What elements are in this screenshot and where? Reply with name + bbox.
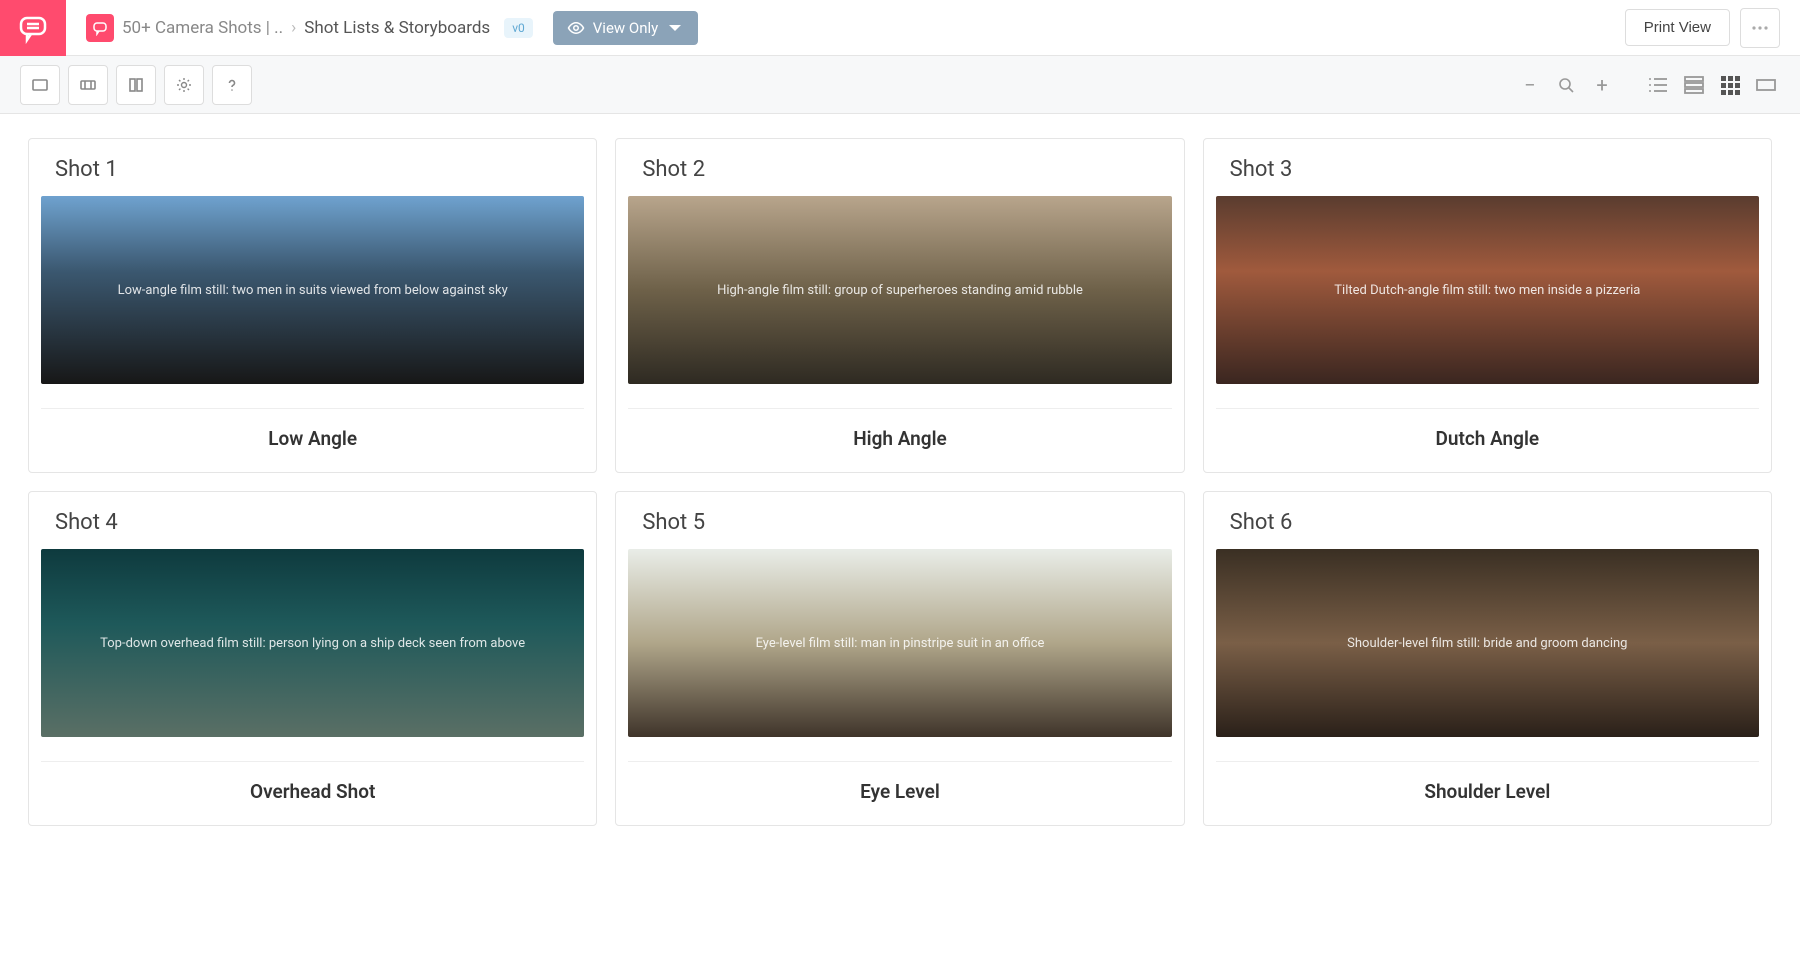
shot-thumbnail[interactable]: Eye-level film still: man in pinstripe s… xyxy=(628,549,1171,737)
dots-icon xyxy=(1751,25,1769,31)
print-view-button[interactable]: Print View xyxy=(1625,9,1730,46)
filmstrip-icon xyxy=(79,76,97,94)
more-menu-button[interactable] xyxy=(1740,8,1780,48)
zoom-controls: − + xyxy=(1518,73,1614,97)
settings-tool-button[interactable] xyxy=(164,65,204,105)
shots-grid: Shot 1 Low-angle film still: two men in … xyxy=(28,138,1772,826)
shot-title: Shot 6 xyxy=(1204,492,1771,549)
breadcrumb: 50+ Camera Shots | .. › Shot Lists & Sto… xyxy=(66,11,698,45)
screen-tool-button[interactable] xyxy=(20,65,60,105)
shot-thumbnail[interactable]: High-angle film still: group of superher… xyxy=(628,196,1171,384)
shot-title: Shot 1 xyxy=(29,139,596,196)
split-tool-button[interactable] xyxy=(116,65,156,105)
shot-caption: Shoulder Level xyxy=(1204,762,1771,825)
shot-card[interactable]: Shot 2 High-angle film still: group of s… xyxy=(615,138,1184,473)
view-rows-button[interactable] xyxy=(1680,71,1708,99)
shot-thumbnail[interactable]: Top-down overhead film still: person lyi… xyxy=(41,549,584,737)
chevron-right-icon: › xyxy=(291,18,296,38)
shot-card[interactable]: Shot 3 Tilted Dutch-angle film still: tw… xyxy=(1203,138,1772,473)
help-tool-button[interactable] xyxy=(212,65,252,105)
screen-icon xyxy=(31,76,49,94)
shot-card[interactable]: Shot 5 Eye-level film still: man in pins… xyxy=(615,491,1184,826)
zoom-in-button[interactable]: + xyxy=(1590,73,1614,97)
shot-title: Shot 5 xyxy=(616,492,1183,549)
topbar: 50+ Camera Shots | .. › Shot Lists & Sto… xyxy=(0,0,1800,56)
view-only-label: View Only xyxy=(593,19,659,37)
shot-thumbnail[interactable]: Low-angle film still: two men in suits v… xyxy=(41,196,584,384)
shot-caption: Dutch Angle xyxy=(1204,409,1771,472)
eye-icon xyxy=(567,19,585,37)
topbar-right: Print View xyxy=(1625,8,1800,48)
version-badge[interactable]: v0 xyxy=(504,18,533,38)
project-icon[interactable] xyxy=(86,14,114,42)
breadcrumb-section[interactable]: Shot Lists & Storyboards xyxy=(304,18,490,38)
brand-logo[interactable] xyxy=(0,0,66,56)
shot-title: Shot 2 xyxy=(616,139,1183,196)
shot-caption: Low Angle xyxy=(29,409,596,472)
split-icon xyxy=(127,76,145,94)
shot-card[interactable]: Shot 6 Shoulder-level film still: bride … xyxy=(1203,491,1772,826)
shot-card[interactable]: Shot 4 Top-down overhead film still: per… xyxy=(28,491,597,826)
breadcrumb-project[interactable]: 50+ Camera Shots | .. xyxy=(122,18,283,38)
filmstrip-tool-button[interactable] xyxy=(68,65,108,105)
toolbar-left xyxy=(20,65,252,105)
wide-icon xyxy=(1755,74,1777,96)
magnifier-icon xyxy=(1557,76,1575,94)
chevron-down-icon xyxy=(666,19,684,37)
chat-small-icon xyxy=(92,20,108,36)
zoom-fit-button[interactable] xyxy=(1554,73,1578,97)
shot-card[interactable]: Shot 1 Low-angle film still: two men in … xyxy=(28,138,597,473)
view-wide-button[interactable] xyxy=(1752,71,1780,99)
zoom-out-button[interactable]: − xyxy=(1518,73,1542,97)
shot-thumbnail[interactable]: Tilted Dutch-angle film still: two men i… xyxy=(1216,196,1759,384)
view-grid-button[interactable] xyxy=(1716,71,1744,99)
view-list-button[interactable] xyxy=(1644,71,1672,99)
help-icon xyxy=(223,76,241,94)
shot-caption: Overhead Shot xyxy=(29,762,596,825)
content-area: Shot 1 Low-angle film still: two men in … xyxy=(0,114,1800,970)
shot-title: Shot 3 xyxy=(1204,139,1771,196)
view-switch xyxy=(1644,71,1780,99)
rows-icon xyxy=(1683,74,1705,96)
view-only-button[interactable]: View Only xyxy=(553,11,699,45)
grid-icon xyxy=(1719,74,1741,96)
shot-caption: Eye Level xyxy=(616,762,1183,825)
shot-title: Shot 4 xyxy=(29,492,596,549)
list-icon xyxy=(1647,74,1669,96)
chat-icon xyxy=(17,12,49,44)
toolbar: − + xyxy=(0,56,1800,114)
gear-icon xyxy=(175,76,193,94)
shot-caption: High Angle xyxy=(616,409,1183,472)
shot-thumbnail[interactable]: Shoulder-level film still: bride and gro… xyxy=(1216,549,1759,737)
